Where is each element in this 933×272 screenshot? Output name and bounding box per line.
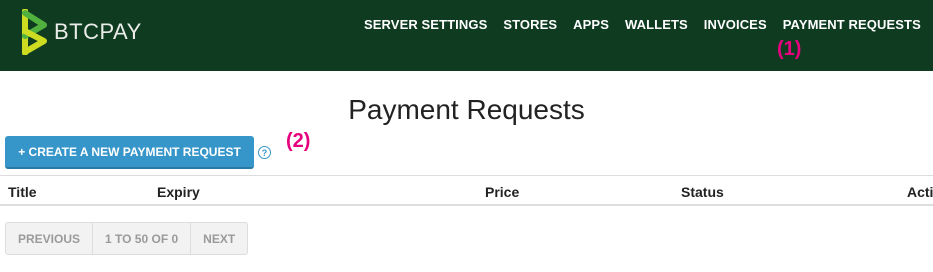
- column-expiry: Expiry: [157, 184, 200, 200]
- pagination: PREVIOUS 1 TO 50 OF 0 NEXT: [5, 222, 249, 255]
- annotation-marker-1: (1): [777, 38, 802, 60]
- btcpay-logo-icon: [22, 9, 47, 55]
- create-payment-request-button[interactable]: + CREATE A NEW PAYMENT REQUEST: [5, 136, 254, 169]
- column-title: Title: [8, 184, 37, 200]
- page-range: 1 TO 50 OF 0: [93, 223, 192, 254]
- help-icon[interactable]: ?: [258, 146, 271, 159]
- nav-stores[interactable]: STORES: [503, 17, 557, 32]
- nav-server-settings[interactable]: SERVER SETTINGS: [364, 17, 487, 32]
- previous-page-button[interactable]: PREVIOUS: [6, 223, 94, 254]
- column-price: Price: [485, 184, 520, 200]
- brand[interactable]: BTCPAY: [22, 9, 142, 55]
- page-title: Payment Requests: [348, 94, 585, 125]
- table-header: Title Expiry Price Status Acti: [0, 175, 933, 206]
- next-page-button[interactable]: NEXT: [191, 223, 247, 254]
- nav-invoices[interactable]: INVOICES: [704, 17, 767, 32]
- main-nav: SERVER SETTINGS STORES APPS WALLETS INVO…: [364, 0, 933, 71]
- brand-name: BTCPAY: [54, 19, 142, 44]
- column-actions: Acti: [907, 184, 933, 200]
- nav-wallets[interactable]: WALLETS: [625, 17, 688, 32]
- nav-payment-requests[interactable]: PAYMENT REQUESTS: [783, 17, 921, 32]
- nav-apps[interactable]: APPS: [573, 17, 609, 32]
- annotation-marker-2: (2): [286, 130, 311, 152]
- column-status: Status: [681, 184, 724, 200]
